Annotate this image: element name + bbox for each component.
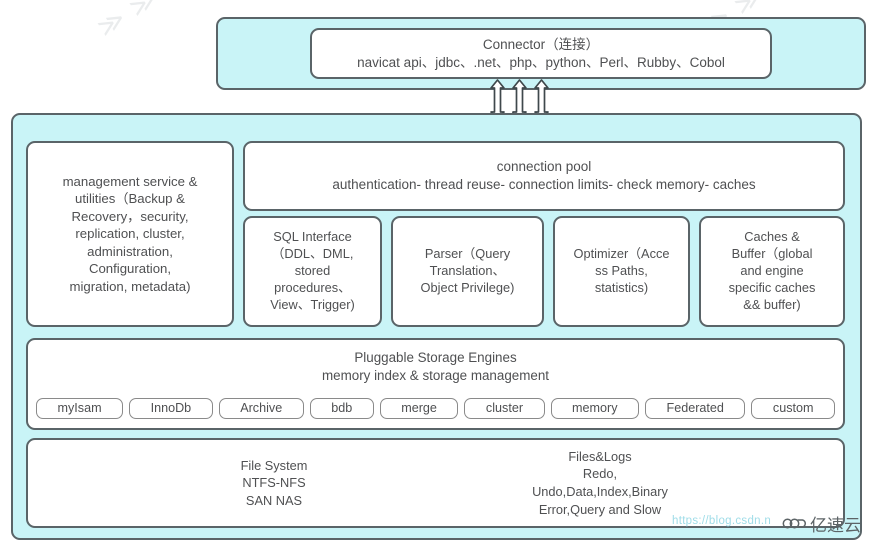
cloud-icon bbox=[782, 518, 806, 529]
diagram-canvas: ≫ ≫ ≫ ≫ ≫ ≫ ≫ ≫ Connector（连接）navicat api… bbox=[0, 0, 873, 549]
engine-chip[interactable]: cluster bbox=[464, 398, 545, 419]
connector-subtitle: navicat api、jdbc、.net、php、python、Perl、Ru… bbox=[357, 54, 725, 70]
parser-label: Parser（Query Translation、 Object Privile… bbox=[420, 246, 515, 295]
connector-box: Connector（连接） navicat api、jdbc、.net、php、p… bbox=[310, 28, 772, 79]
engine-chip[interactable]: merge bbox=[379, 398, 459, 419]
storage-engines-title: Pluggable Storage Engines memory index &… bbox=[321, 350, 549, 384]
caches-buffer-label: Caches & Buffer（global and engine specif… bbox=[728, 229, 816, 312]
caches-buffer-box: Caches & Buffer（global and engine specif… bbox=[699, 216, 845, 327]
engine-chip[interactable]: bdb bbox=[309, 398, 374, 419]
connection-pool-box: connection pool authentication- thread re… bbox=[243, 141, 845, 211]
files-logs-label: Files&Logs Redo, Undo,Data,Index,Binary … bbox=[532, 448, 668, 517]
watermark-logo-text: 亿速云 bbox=[810, 516, 861, 535]
engine-chip[interactable]: myIsam bbox=[36, 398, 124, 419]
sql-interface-box: SQL Interface （DDL、DML, stored procedure… bbox=[243, 216, 382, 327]
sql-interface-label: SQL Interface （DDL、DML, stored procedure… bbox=[270, 229, 355, 312]
engine-chip[interactable]: InnoDb bbox=[129, 398, 213, 419]
watermark-diagonal: ≫ ≫ bbox=[92, 0, 165, 43]
connection-pool-title: connection pool bbox=[496, 159, 592, 175]
engine-chip[interactable]: Federated bbox=[645, 398, 746, 419]
optimizer-box: Optimizer（Acce ss Paths, statistics) bbox=[553, 216, 690, 327]
engine-chip[interactable]: custom bbox=[751, 398, 836, 419]
connector-title: Connector（连接） bbox=[482, 36, 600, 52]
parser-box: Parser（Query Translation、 Object Privile… bbox=[391, 216, 544, 327]
engine-chip[interactable]: memory bbox=[550, 398, 639, 419]
management-service-box: management service & utilities（Backup & … bbox=[26, 141, 234, 327]
management-service-label: management service & utilities（Backup & … bbox=[62, 174, 198, 294]
connector-text: Connector（连接） navicat api、jdbc、.net、php、p… bbox=[351, 36, 731, 72]
connection-pool-subtitle: authentication- thread reuse- connection… bbox=[332, 177, 756, 192]
connection-pool-text: connection pool authentication- thread re… bbox=[326, 158, 761, 194]
storage-engine-chip-list: myIsam InnoDb Archive bdb merge cluster … bbox=[36, 398, 836, 419]
optimizer-label: Optimizer（Acce ss Paths, statistics) bbox=[573, 246, 670, 295]
file-system-label: File System NTFS-NFS SAN NAS bbox=[240, 457, 308, 508]
watermark-logo: 亿速云 bbox=[782, 511, 861, 536]
storage-engines-box: Pluggable Storage Engines memory index &… bbox=[26, 338, 845, 430]
engine-chip[interactable]: Archive bbox=[218, 398, 304, 419]
watermark-url: https://blog.csdn.n bbox=[672, 515, 772, 527]
